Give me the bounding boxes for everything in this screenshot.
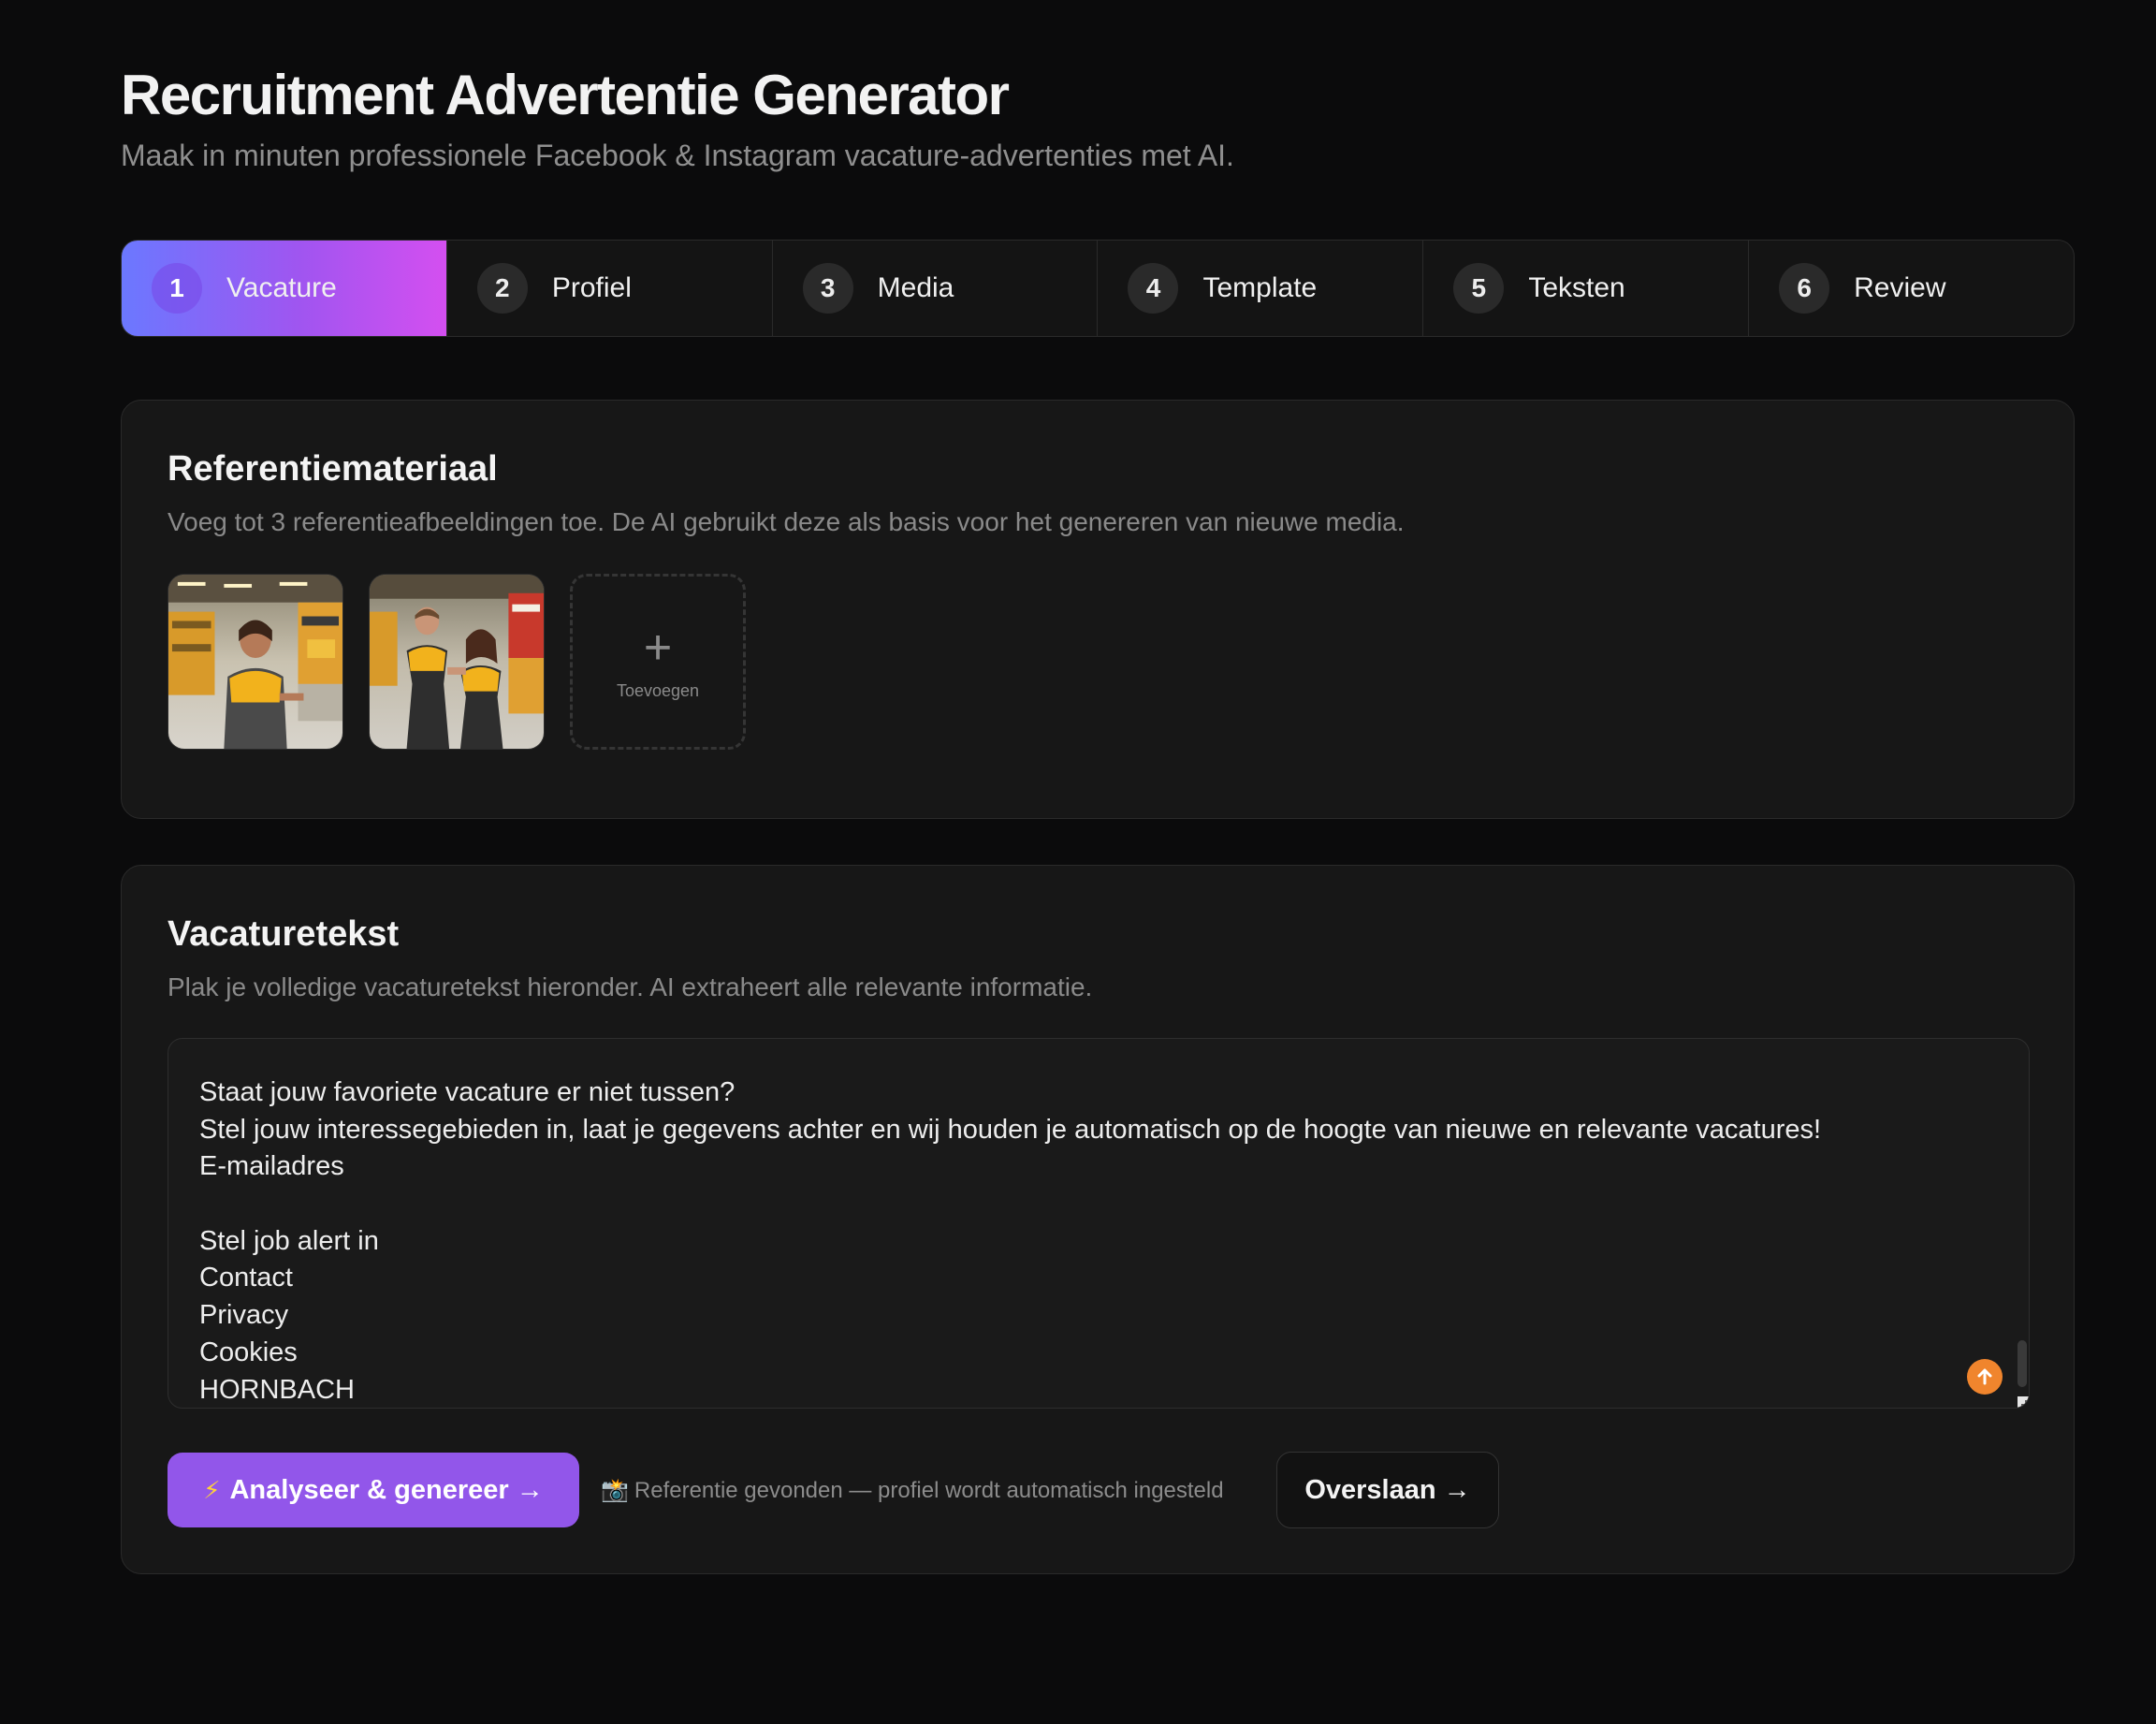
vacancy-title: Vacaturetekst: [168, 914, 400, 954]
step-number: 4: [1128, 263, 1179, 314]
vacancy-card: Vacaturetekst Plak je volledige vacature…: [121, 865, 2075, 1574]
page: Recruitment Advertentie Generator Maak i…: [0, 0, 2156, 1724]
warehouse-employee-photo: [168, 575, 342, 749]
lightning-icon: ⚡: [203, 1475, 221, 1504]
step-label: Teksten: [1528, 272, 1625, 303]
vacancy-description: Plak je volledige vacaturetekst hieronde…: [168, 972, 1093, 1001]
stepper: 1 Vacature 2 Profiel 3 Media 4 Template …: [121, 240, 2075, 337]
text-line: Stel jouw interessegebieden in, laat je …: [199, 1114, 1822, 1145]
step-media[interactable]: 3 Media: [773, 241, 1099, 336]
step-vacature[interactable]: 1 Vacature: [122, 241, 447, 336]
text-line: [199, 1186, 1821, 1223]
step-number: 6: [1779, 263, 1830, 314]
text-line: Privacy: [199, 1300, 289, 1331]
vacancy-text-input[interactable]: Staat jouw favoriete vacature er niet tu…: [168, 1038, 2030, 1409]
step-number: 3: [802, 263, 853, 314]
step-number: 1: [152, 263, 202, 314]
text-line: Contact: [199, 1263, 293, 1293]
step-teksten[interactable]: 5 Teksten: [1423, 241, 1750, 336]
step-label: Profiel: [551, 272, 632, 303]
text-line: Stel job alert in: [199, 1225, 379, 1256]
add-reference-button[interactable]: + Toevoegen: [570, 574, 746, 750]
add-reference-label: Toevoegen: [616, 680, 700, 700]
text-line: E-mailadres: [199, 1151, 344, 1182]
plus-icon: +: [643, 620, 673, 675]
step-number: 5: [1453, 263, 1505, 314]
reference-image-thumbnail[interactable]: [168, 574, 343, 750]
vacancy-text-content: Staat jouw favoriete vacature er niet tu…: [199, 1074, 1822, 1408]
reference-found-hint: 📸 Referentie gevonden — profiel wordt aut…: [601, 1477, 1224, 1504]
textarea-scrollbar[interactable]: [2018, 1340, 2027, 1387]
reference-found-text: Referentie gevonden — profiel wordt auto…: [634, 1478, 1224, 1503]
analyze-generate-button[interactable]: ⚡ Analyseer & genereer →: [168, 1453, 579, 1527]
step-template[interactable]: 4 Template: [1098, 241, 1424, 336]
arrow-up-icon: [1977, 1368, 1992, 1385]
step-number: 2: [476, 263, 528, 314]
reference-title: Referentiemateriaal: [168, 449, 498, 489]
text-line: HORNBACH: [199, 1374, 355, 1405]
analyze-generate-label: Analyseer & genereer →: [229, 1474, 544, 1505]
step-profiel[interactable]: 2 Profiel: [447, 241, 773, 336]
step-label: Vacature: [226, 272, 337, 303]
step-review[interactable]: 6 Review: [1749, 241, 2074, 336]
text-line: Staat jouw favoriete vacature er niet tu…: [199, 1077, 736, 1107]
upload-arrow-button[interactable]: [1967, 1359, 2003, 1395]
step-label: Media: [877, 272, 954, 303]
skip-button[interactable]: Overslaan →: [1276, 1452, 1499, 1528]
camera-icon: 📸: [601, 1478, 629, 1503]
step-label: Template: [1202, 272, 1318, 303]
reference-card: Referentiemateriaal Voeg tot 3 referenti…: [121, 400, 2075, 819]
reference-image-thumbnail[interactable]: [369, 574, 545, 750]
two-employees-photo: [370, 575, 544, 749]
reference-description: Voeg tot 3 referentieafbeeldingen toe. D…: [168, 507, 1405, 536]
page-title: Recruitment Advertentie Generator: [121, 64, 1010, 126]
step-label: Review: [1854, 272, 1946, 303]
text-line: Cookies: [199, 1337, 298, 1367]
textarea-resize-handle[interactable]: [2018, 1396, 2029, 1408]
page-subtitle: Maak in minuten professionele Facebook &…: [121, 139, 1234, 172]
